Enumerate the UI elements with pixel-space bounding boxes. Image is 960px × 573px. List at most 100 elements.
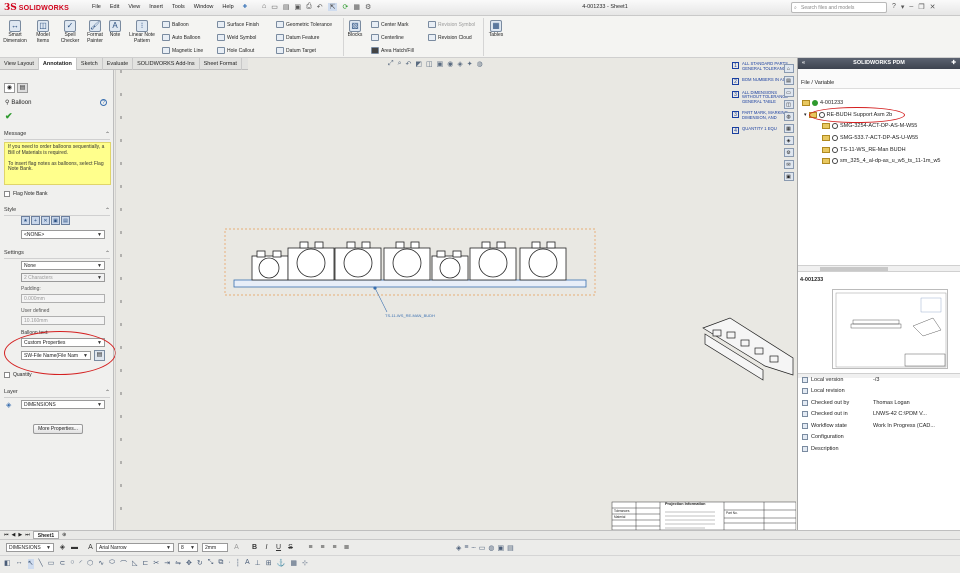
layer-section-header[interactable]: Layer ⌃	[4, 389, 110, 398]
show-edge-icon[interactable]: ▤	[507, 544, 514, 552]
message-section-header[interactable]: Message ⌃	[4, 131, 110, 140]
help-icon[interactable]: ?	[892, 3, 896, 11]
underline-icon[interactable]: U	[274, 543, 283, 552]
style-delete-icon[interactable]: ✕	[41, 216, 50, 225]
color-display-icon[interactable]: ◍	[488, 544, 494, 552]
rebuild-icon[interactable]: ⟳	[342, 3, 348, 11]
ok-checkmark-icon[interactable]: ✔	[5, 111, 13, 122]
menu-file[interactable]: File	[92, 4, 101, 10]
balloon-button[interactable]: Balloon	[162, 21, 189, 28]
relations-icon[interactable]: ⊥	[255, 559, 261, 569]
surface-finish-button[interactable]: Surface Finish	[217, 21, 259, 28]
chamfer-icon[interactable]: ◺	[132, 559, 137, 569]
collapse-pane-icon[interactable]: «	[802, 58, 805, 69]
pdm-tree-item[interactable]: SMG-533.7-ACT-DP-AS-U-W55	[822, 135, 918, 141]
font-style-icon[interactable]: A	[232, 543, 241, 552]
note-button[interactable]: A Note	[104, 20, 126, 39]
bold-icon[interactable]: B	[250, 543, 259, 552]
user-icon[interactable]: ▾	[901, 3, 905, 11]
centerline-button[interactable]: Centerline	[371, 34, 404, 41]
forum-tab-icon[interactable]: ✉	[783, 160, 794, 169]
search-input[interactable]: ⌕ Search files and models	[791, 2, 887, 13]
file-explorer-tab-icon[interactable]: ▭	[783, 88, 794, 97]
view-palette-tab-icon[interactable]: ◫	[783, 100, 794, 109]
model-items-button[interactable]: ◫ Model Items	[30, 20, 56, 44]
balloon-size-dropdown[interactable]: 2 Characters ▼	[21, 273, 105, 282]
display-relations-icon[interactable]: ⊞	[266, 559, 272, 569]
trim-icon[interactable]: ✂	[153, 559, 159, 569]
font-size-select[interactable]: 8 ▼	[178, 543, 198, 552]
fillet-icon[interactable]: ⌒	[120, 559, 127, 569]
apply-scene-icon[interactable]: ✦	[467, 60, 473, 70]
balloon-leader-text[interactable]: TS-11-WS_RE-MAN_BUDH	[385, 313, 435, 318]
collapse-chevron-icon[interactable]: ⌃	[105, 131, 110, 138]
collapse-chevron-icon[interactable]: ⌃	[105, 207, 110, 214]
padding-input[interactable]: 0.000mm	[21, 294, 105, 303]
menu-help[interactable]: Help	[222, 4, 233, 10]
style-apply-icon[interactable]: ★	[21, 216, 30, 225]
auto-balloon-button[interactable]: Auto Balloon	[162, 34, 200, 41]
style-save-icon[interactable]: ▣	[51, 216, 60, 225]
mirror-icon[interactable]: ⇋	[175, 559, 181, 569]
help-icon[interactable]: ?	[100, 99, 107, 106]
solidworks-logo[interactable]: 3S SOLIDWORKS	[4, 2, 69, 14]
centerline-icon[interactable]: ┆	[236, 559, 240, 569]
italic-icon[interactable]: I	[262, 543, 271, 552]
menu-window[interactable]: Window	[194, 4, 214, 10]
print-icon[interactable]: ⎙	[306, 3, 312, 11]
collapse-chevron-icon[interactable]: ⌃	[105, 250, 110, 257]
next-sheet-icon[interactable]: ▶	[18, 532, 22, 538]
strikethrough-icon[interactable]: S	[286, 543, 295, 552]
menu-view[interactable]: View	[128, 4, 140, 10]
menu-tools[interactable]: Tools	[172, 4, 185, 10]
area-hatch-button[interactable]: Area Hatch/Fill	[371, 47, 414, 54]
checkbox-box[interactable]	[4, 191, 10, 197]
edit-appearance-icon[interactable]: ◈	[457, 60, 462, 70]
prev-sheet-icon[interactable]: ◀	[12, 532, 16, 538]
tab-sketch[interactable]: Sketch	[77, 58, 103, 70]
extend-icon[interactable]: ⇥	[164, 559, 170, 569]
hole-callout-button[interactable]: Hole Callout	[217, 47, 254, 54]
new-document-icon[interactable]: ▭	[271, 3, 278, 11]
polygon-icon[interactable]: ⬡	[87, 559, 93, 569]
add-sheet-icon[interactable]: ⊕	[62, 532, 66, 538]
previous-view-icon[interactable]: ↶	[406, 60, 412, 70]
zoom-to-fit-icon[interactable]: ⤢	[388, 60, 394, 70]
font-icon[interactable]: A	[86, 543, 95, 552]
pdm-tree-item[interactable]: 4-001233	[802, 100, 843, 106]
pdm-tab-icon[interactable]: ◈	[783, 136, 794, 145]
design-library-tab-icon[interactable]: ▤	[783, 76, 794, 85]
rectangle-icon[interactable]: ▭	[48, 559, 55, 569]
grid-icon[interactable]: ▦	[290, 559, 297, 569]
offset-icon[interactable]: ⊏	[143, 559, 149, 569]
revision-cloud-button[interactable]: Revision Cloud	[428, 34, 472, 41]
select-arrow-icon[interactable]: ↖	[27, 559, 34, 569]
expand-chevron-icon[interactable]: ▾	[804, 112, 807, 118]
undo-icon[interactable]: ↶	[317, 3, 323, 11]
tab-annotation[interactable]: Annotation	[38, 58, 77, 70]
quantity-checkbox[interactable]: Quantity	[4, 372, 32, 378]
scale-icon[interactable]: ⤡	[208, 559, 214, 569]
line-icon[interactable]: ╲	[39, 559, 43, 569]
configuration-tab-icon[interactable]: ▤	[17, 83, 28, 93]
sketch-icon[interactable]: ◧	[4, 559, 11, 569]
spell-checker-button[interactable]: ✓ Spell Checker	[57, 20, 83, 44]
first-sheet-icon[interactable]: ⏮	[4, 532, 9, 538]
style-load-icon[interactable]: ▤	[61, 216, 70, 225]
resources-tab-icon[interactable]: ⌂	[783, 64, 794, 73]
more-properties-button[interactable]: More Properties...	[33, 424, 83, 434]
pdm-tree-item[interactable]: SMG-3254-ACT-DP-AS-M-W55	[822, 123, 917, 129]
view-orientation-icon[interactable]: ◫	[426, 60, 433, 70]
menu-edit[interactable]: Edit	[110, 4, 119, 10]
color-mode-icon[interactable]: ▣	[497, 544, 504, 552]
propertymanager-tab-icon[interactable]: ◉	[4, 83, 15, 93]
minimize-icon[interactable]: –	[909, 3, 913, 11]
smart-dimension-button[interactable]: ↔ Smart Dimension	[2, 20, 28, 44]
section-view-icon[interactable]: ◩	[415, 60, 422, 70]
style-add-icon[interactable]: +	[31, 216, 40, 225]
file-properties-icon[interactable]: ▦	[353, 3, 360, 11]
spline-icon[interactable]: ∿	[98, 559, 104, 569]
tables-button[interactable]: ▦ Tables	[484, 20, 508, 39]
circle-icon[interactable]: ○	[70, 559, 74, 569]
snap-icon[interactable]: ⊹	[302, 559, 308, 569]
